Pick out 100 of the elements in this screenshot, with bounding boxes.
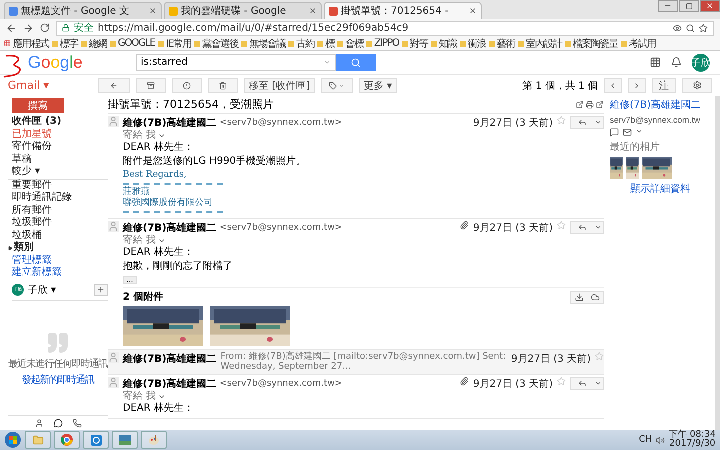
- bookmark[interactable]: 室內設計: [518, 36, 562, 50]
- attachment-actions[interactable]: [570, 290, 604, 304]
- app-switcher[interactable]: Gmail ▾: [8, 79, 92, 92]
- bookmark-star-icon[interactable]: [699, 24, 708, 32]
- palette-icon: [148, 434, 160, 446]
- print-icon[interactable]: [586, 100, 594, 108]
- caret-icon[interactable]: [594, 380, 602, 387]
- nav-item[interactable]: 垃圾郵件: [8, 217, 108, 230]
- bookmark[interactable]: 古約: [288, 36, 314, 50]
- caret-icon[interactable]: [594, 224, 602, 231]
- more-button[interactable]: 更多 ▾: [358, 78, 398, 93]
- reply-button-group[interactable]: [570, 116, 604, 129]
- bookmark[interactable]: 黨會選後: [194, 36, 238, 50]
- caret-icon[interactable]: [594, 119, 602, 126]
- nav-item[interactable]: 較少 ▾: [8, 166, 108, 180]
- reply-button-group[interactable]: [570, 377, 604, 390]
- bookmark[interactable]: 無場會議: [241, 36, 286, 50]
- volume-icon[interactable]: [656, 436, 666, 444]
- star-icon[interactable]: [557, 377, 566, 386]
- download-icon[interactable]: [574, 292, 584, 302]
- nav-item[interactable]: 收件匣 (3): [8, 116, 108, 128]
- close-icon[interactable]: [309, 7, 317, 15]
- input-tools-button[interactable]: 注: [652, 78, 676, 93]
- contacts-icon[interactable]: [34, 418, 44, 428]
- archive-button[interactable]: [136, 78, 166, 93]
- bookmark[interactable]: 檔案陶瓷量: [565, 36, 618, 50]
- address-bar[interactable]: 安全 https://mail.google.com/mail/u/0/#starred/15ec29f069ab54c9: [56, 20, 714, 36]
- clock-time: 下午 08:34: [669, 431, 716, 440]
- labels-button[interactable]: [320, 78, 353, 93]
- bookmark[interactable]: ZIPPO: [366, 38, 400, 49]
- nav-item[interactable]: 所有郵件: [8, 204, 108, 217]
- nav-item[interactable]: 即時通訊記錄: [8, 192, 108, 204]
- reply-icon[interactable]: [578, 118, 586, 127]
- expand-icon[interactable]: [576, 100, 584, 108]
- show-details-link[interactable]: 顯示詳細資料: [630, 182, 690, 196]
- star-icon[interactable]: [557, 221, 566, 230]
- nav-item[interactable]: 已加星號: [8, 128, 108, 141]
- close-icon: [706, 2, 714, 10]
- notifications-icon[interactable]: [671, 57, 682, 68]
- bookmark[interactable]: IE常用: [158, 36, 192, 50]
- browser-tab[interactable]: 我的雲端硬碟 - Google: [164, 2, 322, 19]
- apps-icon[interactable]: [650, 57, 661, 68]
- new-chat-button[interactable]: [94, 284, 108, 296]
- close-icon[interactable]: [149, 7, 157, 15]
- nav-item[interactable]: 草稿: [8, 154, 108, 166]
- browser-taskbar-button[interactable]: [54, 431, 80, 449]
- reply-icon[interactable]: [578, 379, 586, 388]
- bookmark[interactable]: 會標: [337, 36, 364, 50]
- maximize-button[interactable]: [679, 0, 699, 12]
- browser-tab[interactable]: 掛號單號：70125654 -: [324, 2, 482, 19]
- app-taskbar-button[interactable]: [83, 431, 109, 449]
- input-language[interactable]: CH: [639, 435, 652, 445]
- delete-button[interactable]: [208, 78, 238, 93]
- details-icon[interactable]: [158, 237, 166, 245]
- reload-icon[interactable]: [40, 23, 50, 33]
- details-icon[interactable]: [158, 393, 166, 401]
- star-icon[interactable]: [595, 352, 604, 361]
- nav-item[interactable]: 重要郵件: [8, 180, 108, 192]
- compose-button[interactable]: 撰寫: [12, 98, 64, 113]
- folder-icon: [317, 40, 324, 46]
- bookmark[interactable]: 知識: [431, 36, 458, 50]
- nav-item[interactable]: 管理標籤: [8, 254, 108, 267]
- bookmark[interactable]: 標字: [52, 36, 78, 50]
- back-icon[interactable]: [6, 22, 17, 34]
- new-window-icon[interactable]: [596, 100, 604, 108]
- folder-icon: [32, 434, 44, 446]
- browser-tab[interactable]: 無標題文件 - Google 文: [4, 2, 162, 19]
- user-name[interactable]: 子欣 ▾: [28, 282, 56, 296]
- spam-button[interactable]: [172, 78, 202, 93]
- reply-button-group[interactable]: [570, 221, 604, 234]
- bookmark[interactable]: 對等: [402, 36, 428, 50]
- contact-name[interactable]: 維修(7B)高雄建國二: [610, 98, 711, 112]
- bookmark[interactable]: 衝浪: [460, 36, 486, 50]
- chat-icon[interactable]: [54, 418, 62, 428]
- bookmark[interactable]: 應用程式: [4, 36, 49, 50]
- details-icon[interactable]: [158, 132, 166, 140]
- phone-icon[interactable]: [72, 418, 82, 428]
- start-button[interactable]: [4, 431, 22, 449]
- settings-button[interactable]: [682, 78, 712, 93]
- bookmark[interactable]: 標: [317, 36, 334, 50]
- move-button[interactable]: 移至 [收件匣]: [244, 78, 315, 93]
- minimize-button[interactable]: [658, 0, 678, 12]
- forward-icon[interactable]: [23, 22, 34, 34]
- reply-icon[interactable]: [578, 223, 586, 232]
- close-icon[interactable]: [469, 7, 477, 15]
- bookmark[interactable]: GOOGLE: [110, 38, 156, 49]
- nav-item[interactable]: 垃圾桶: [8, 230, 108, 242]
- nav-item[interactable]: 建立新標籤: [8, 267, 108, 280]
- bookmark[interactable]: 藝術: [489, 36, 516, 50]
- chevron-right-icon: [633, 82, 641, 90]
- message-date: 9月27日 (3 天前): [473, 117, 553, 130]
- bookmark[interactable]: 總網: [81, 36, 107, 50]
- nav-item[interactable]: 類別: [8, 242, 108, 254]
- photos-taskbar-button[interactable]: [112, 431, 138, 449]
- bookmark[interactable]: 考試用: [621, 36, 656, 50]
- start-chat-link[interactable]: 發起新的即時通訊: [22, 373, 94, 388]
- search-field[interactable]: is:starred: [136, 54, 336, 71]
- paint-taskbar-button[interactable]: [141, 431, 167, 449]
- nav-item[interactable]: 寄件備份: [8, 141, 108, 154]
- star-icon[interactable]: [557, 116, 566, 125]
